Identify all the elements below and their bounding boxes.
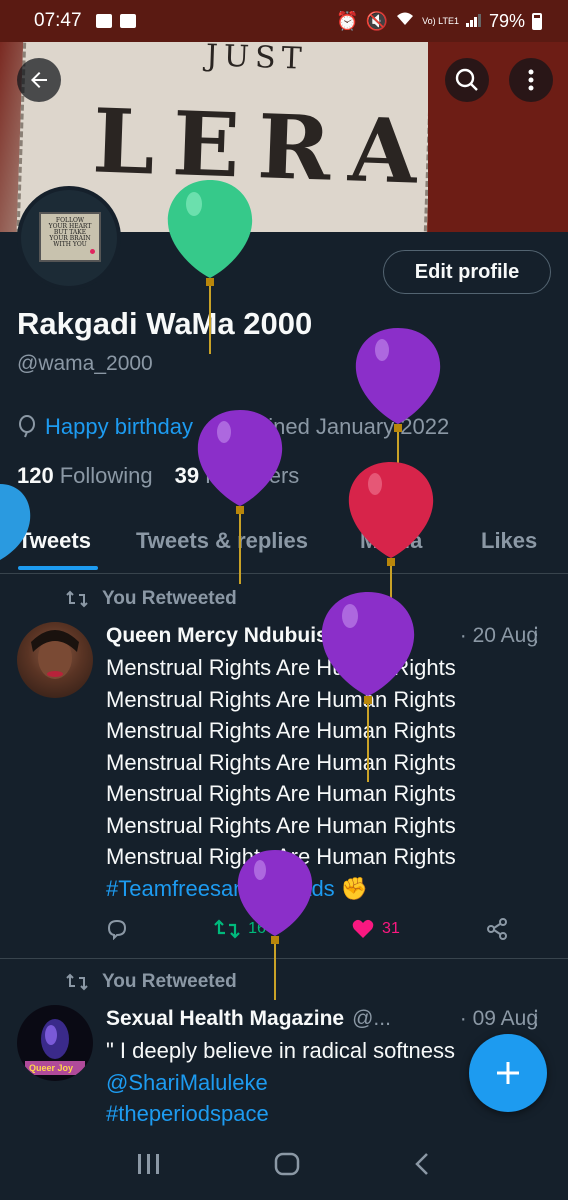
tab-tweets[interactable]: Tweets (18, 508, 98, 570)
alarm-icon: ⏰ (336, 10, 359, 31)
tweet-author[interactable]: Queen Mercy Ndubuisi (106, 624, 334, 648)
mute-icon: 🔇 (365, 10, 389, 31)
home-button[interactable] (273, 1151, 301, 1182)
back-button[interactable] (17, 58, 61, 102)
search-icon (455, 68, 478, 91)
balloon-icon (19, 415, 35, 438)
tweet-item[interactable]: You Retweeted Queen Mercy Ndubuisi @m...… (0, 574, 568, 959)
hashtag-link[interactable]: #Teamfreesanitarypads (106, 876, 335, 901)
profile-tabs: Tweets Tweets & replies Media Likes (0, 508, 568, 574)
back-arrow-icon (31, 72, 47, 88)
search-button[interactable] (445, 58, 489, 102)
like-button[interactable]: 31 (352, 919, 400, 939)
profile-name: Rakgadi WaMa 2000 (17, 306, 313, 341)
avatar-label: Queer Joy (29, 1063, 74, 1073)
tweet-more-icon[interactable]: ⋮ (526, 1005, 546, 1030)
tweet-more-icon[interactable]: ⋮ (526, 622, 546, 647)
recent-apps-button[interactable] (136, 1152, 162, 1181)
tab-media[interactable]: Media (360, 508, 422, 554)
retweet-button[interactable]: 16 (214, 919, 266, 939)
calendar-icon (215, 418, 236, 437)
battery-percent: 79% (488, 10, 525, 31)
like-count: 31 (382, 920, 400, 937)
chevron-left-icon (415, 1152, 429, 1175)
more-vertical-icon (528, 69, 534, 91)
plus-icon (497, 1062, 519, 1084)
profile-meta: Happy birthday Joined January 2022 (17, 414, 449, 440)
retweet-indicator: You Retweeted (66, 588, 237, 610)
reply-icon (107, 919, 127, 940)
folder-icon (119, 14, 136, 28)
profile-avatar[interactable]: FOLLOW YOUR HEART BUT TAKE YOUR BRAIN WI… (17, 186, 121, 290)
more-options-button[interactable] (509, 58, 553, 102)
system-nav-bar (0, 1132, 568, 1200)
tab-tweets-replies[interactable]: Tweets & replies (136, 508, 308, 554)
birthday-link[interactable]: Happy birthday (45, 414, 193, 440)
active-tab-indicator (18, 566, 98, 570)
status-bar: 07:47 ⏰ 🔇 Vo) LTE1 79% (0, 0, 568, 42)
status-time: 07:47 (34, 10, 82, 31)
reply-button[interactable] (106, 918, 128, 940)
gallery-icon (95, 14, 112, 28)
signal-icon (465, 11, 482, 32)
battery-icon (532, 12, 542, 30)
retweet-count: 16 (248, 920, 266, 937)
retweet-indicator: You Retweeted (66, 971, 237, 993)
tab-likes[interactable]: Likes (481, 508, 537, 554)
wifi-icon (395, 11, 415, 32)
tweet-handle: @m... (341, 624, 398, 647)
compose-tweet-button[interactable] (469, 1034, 547, 1112)
following-link[interactable]: 120 Following (17, 463, 153, 489)
retweet-small-icon (66, 590, 88, 608)
author-avatar[interactable]: Queer Joy (17, 1005, 93, 1081)
tweet-author[interactable]: Sexual Health Magazine (106, 1007, 344, 1031)
share-icon (486, 918, 507, 940)
joined-date: Joined January 2022 (244, 414, 450, 439)
hashtag-link[interactable]: #theperiodspace (106, 1098, 548, 1130)
share-button[interactable] (486, 918, 508, 940)
back-nav-button[interactable] (412, 1151, 432, 1182)
tweet-handle: @... (352, 1007, 391, 1030)
avatar-poster: FOLLOW YOUR HEART BUT TAKE YOUR BRAIN WI… (39, 212, 101, 262)
recent-apps-icon (137, 1153, 159, 1174)
retweet-icon (214, 919, 240, 939)
banner-sign-top: JUST (205, 42, 309, 77)
tweet-text: Menstrual Rights Are Human Rights Menstr… (106, 655, 456, 901)
fist-emoji: ✊ (340, 875, 369, 901)
edit-profile-button[interactable]: Edit profile (383, 250, 551, 294)
profile-handle: @wama_2000 (17, 352, 153, 375)
author-avatar[interactable] (17, 622, 93, 698)
retweet-small-icon (66, 973, 88, 991)
network-label: Vo) LTE1 (422, 15, 459, 26)
followers-link[interactable]: 39 Followers (175, 463, 300, 489)
heart-icon (352, 919, 374, 938)
tweet-actions: 16 31 (106, 918, 508, 940)
follow-stats: 120 Following 39 Followers (17, 463, 299, 489)
home-icon (274, 1152, 300, 1175)
